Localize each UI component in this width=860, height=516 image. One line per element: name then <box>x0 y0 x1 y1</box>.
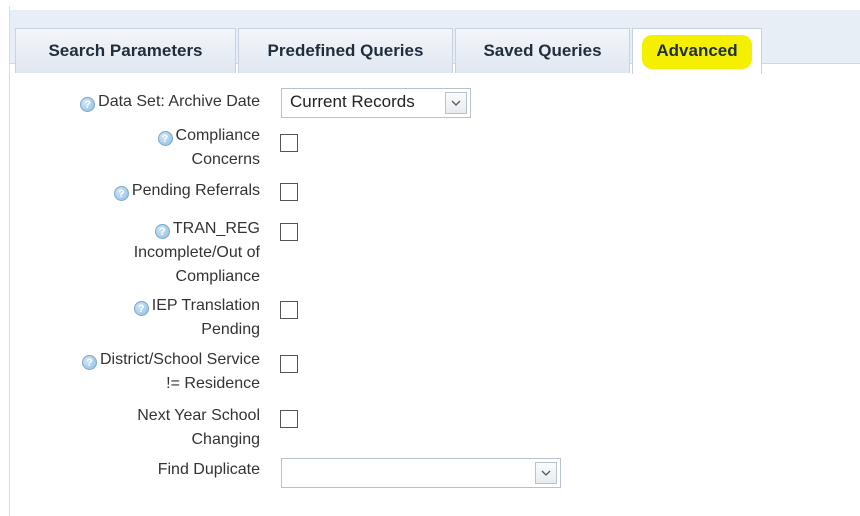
help-icon[interactable]: ? <box>133 301 149 316</box>
tran-reg-line3: Compliance <box>175 268 260 285</box>
tab-advanced[interactable]: Advanced <box>632 28 762 74</box>
compliance-line1: Compliance <box>175 127 260 144</box>
pending-referrals-label: ? Pending Referrals <box>113 179 260 203</box>
find-duplicate-select[interactable] <box>281 458 561 488</box>
iep-translation-checkbox[interactable] <box>280 301 298 319</box>
chevron-down-icon[interactable] <box>445 92 467 114</box>
next-year-school-label: Next Year School Changing <box>137 404 260 452</box>
data-set-label: ? Data Set: Archive Date <box>80 90 260 114</box>
help-icon[interactable]: ? <box>157 131 173 146</box>
next-year-line1: Next Year School <box>137 407 260 424</box>
pending-referrals-text: Pending Referrals <box>131 182 260 199</box>
help-icon[interactable]: ? <box>80 97 96 112</box>
tab-advanced-label: Advanced <box>642 34 752 69</box>
district-service-label: ? District/School Service != Residence <box>81 348 260 396</box>
iep-line2: Pending <box>201 321 260 338</box>
archive-date-value: Current Records <box>290 92 415 111</box>
iep-translation-label: ? IEP Translation Pending <box>133 294 260 342</box>
district-line2: != Residence <box>166 375 260 392</box>
next-year-school-checkbox[interactable] <box>280 410 298 428</box>
tab-saved-queries[interactable]: Saved Queries <box>455 28 630 73</box>
tab-predefined-queries[interactable]: Predefined Queries <box>238 28 453 73</box>
compliance-line2: Concerns <box>191 151 260 168</box>
help-icon[interactable]: ? <box>154 224 170 239</box>
next-year-line2: Changing <box>191 431 261 448</box>
district-service-checkbox[interactable] <box>280 355 298 373</box>
help-icon[interactable]: ? <box>113 186 129 201</box>
tab-strip: Search Parameters Predefined Queries Sav… <box>10 10 860 74</box>
tab-search-parameters[interactable]: Search Parameters <box>15 28 236 73</box>
tran-reg-label: ? TRAN_REG Incomplete/Out of Compliance <box>134 217 260 289</box>
chevron-down-icon[interactable] <box>535 462 557 484</box>
tran-reg-line2: Incomplete/Out of <box>133 244 260 261</box>
iep-line1: IEP Translation <box>151 297 260 314</box>
compliance-concerns-label: ? Compliance Concerns <box>157 124 260 172</box>
help-icon[interactable]: ? <box>81 355 97 370</box>
find-duplicate-label: Find Duplicate <box>158 458 260 482</box>
compliance-concerns-checkbox[interactable] <box>280 134 298 152</box>
tran-reg-line1: TRAN_REG <box>172 220 260 237</box>
pending-referrals-checkbox[interactable] <box>280 183 298 201</box>
district-line1: District/School Service <box>99 351 260 368</box>
tran-reg-checkbox[interactable] <box>280 223 298 241</box>
data-set-label-text: Data Set: Archive Date <box>98 93 260 110</box>
find-duplicate-text: Find Duplicate <box>157 461 260 478</box>
archive-date-select[interactable]: Current Records <box>281 88 471 118</box>
